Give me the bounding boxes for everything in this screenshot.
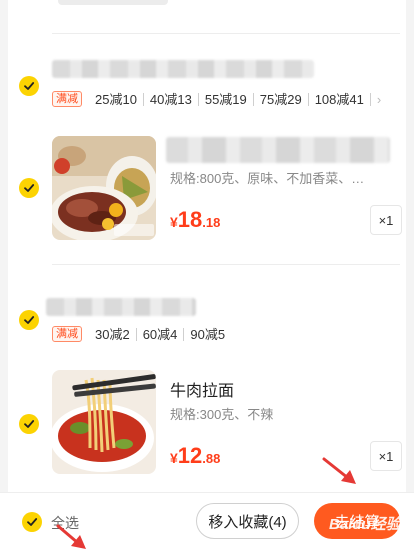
price-integer: 18 [177, 207, 203, 232]
price-integer: 12 [177, 443, 203, 468]
product-1-quantity[interactable]: ×1 [370, 205, 402, 235]
product-2-image[interactable] [52, 370, 156, 474]
promo-item: 90减5 [190, 326, 226, 342]
price-decimal: .18 [202, 215, 221, 230]
promo-tag: 满减 [52, 91, 82, 107]
beef-noodle-bowl-image [52, 370, 156, 474]
promo-item: 30减2 [89, 327, 137, 341]
divider [52, 33, 400, 34]
previous-item-edge [58, 0, 168, 5]
store-2-name[interactable] [46, 298, 196, 316]
promo-item: 40减13 [144, 92, 199, 106]
annotation-arrow-icon [322, 457, 356, 484]
cart-screen: 满减 25减10 40减13 55减19 75减29 108减41 › 规格:8… [0, 0, 414, 554]
product-1-title[interactable] [166, 137, 390, 163]
product-2-spec[interactable]: 规格:300克、不辣 [170, 404, 273, 423]
product-1-checkbox[interactable] [19, 178, 39, 198]
store-1-checkbox[interactable] [19, 76, 39, 96]
store-2-promo-row: 满减 30减2 60减4 90减5 [52, 326, 231, 342]
check-icon [24, 420, 35, 428]
price-decimal: .88 [202, 451, 221, 466]
product-2-price: ¥12.88 [170, 443, 220, 469]
product-2-title[interactable]: 牛肉拉面 [170, 377, 234, 401]
product-1-spec[interactable]: 规格:800克、原味、不加香菜、… [170, 168, 364, 187]
divider [52, 264, 400, 265]
store-1-promo-row: 满减 25减10 40减13 55减19 75减29 108减41 › [52, 91, 387, 107]
price-currency: ¥ [170, 450, 178, 466]
promo-item: 25减10 [89, 92, 144, 106]
product-2-quantity[interactable]: ×1 [370, 441, 402, 471]
check-icon [24, 82, 35, 90]
check-icon [24, 316, 35, 324]
promo-item: 108减41 [309, 92, 371, 106]
price-currency: ¥ [170, 214, 178, 230]
product-1-price: ¥18.18 [170, 207, 220, 233]
move-to-favorites-button[interactable]: 移入收藏(4) [196, 503, 299, 539]
check-icon [24, 184, 35, 192]
promo-tag: 满减 [52, 326, 82, 342]
roast-meat-platter-image [52, 136, 156, 240]
watermark-logo: Baidu经验 [329, 516, 401, 533]
annotation-arrow-icon [56, 524, 86, 549]
promo-item: 60减4 [137, 327, 185, 341]
product-2-checkbox[interactable] [19, 414, 39, 434]
select-all-checkbox[interactable] [22, 512, 42, 532]
check-icon [27, 518, 38, 526]
promo-item: 75减29 [254, 92, 309, 106]
more-chevron-icon: › [376, 91, 382, 107]
store-1-name[interactable] [52, 60, 314, 78]
store-2-checkbox[interactable] [19, 310, 39, 330]
promo-item: 55减19 [199, 92, 254, 106]
product-1-image[interactable] [52, 136, 156, 240]
